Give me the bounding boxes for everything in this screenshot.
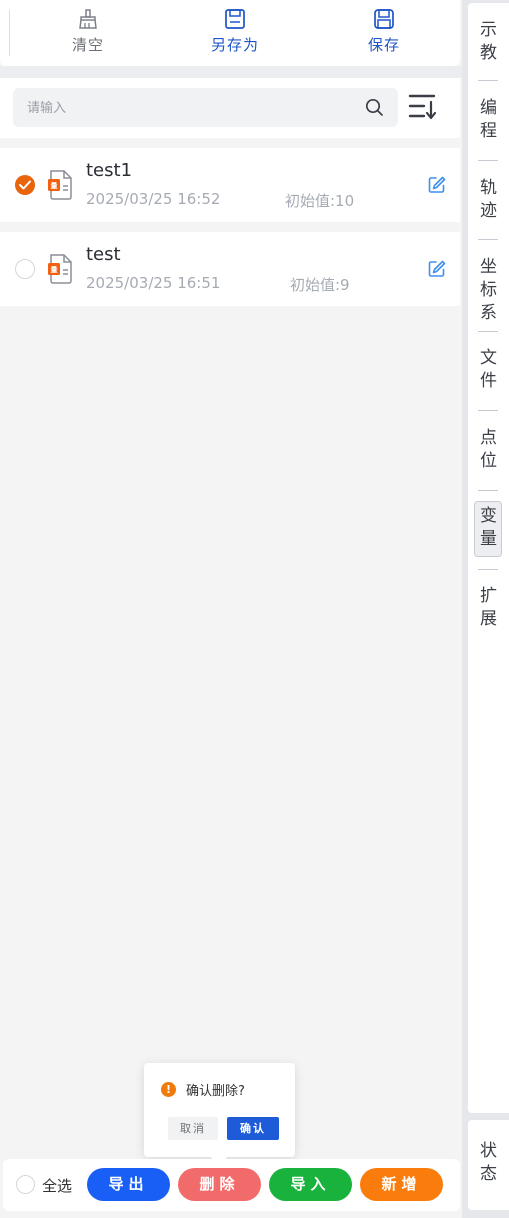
sidebar-divider <box>478 160 498 161</box>
toolbar: 清空 另存为 保存 <box>0 0 460 66</box>
sort-icon[interactable] <box>408 93 438 121</box>
sidebar-item-label: 变 <box>480 506 497 526</box>
variable-panel: 清空 另存为 保存 请输入 量 test1 2025/03/25 16:52 初… <box>0 0 462 1218</box>
sidebar-item-label: 教 <box>480 43 497 63</box>
add-button[interactable]: 新增 <box>360 1168 443 1201</box>
checkmark-icon <box>19 180 31 190</box>
sidebar-item-label: 文 <box>480 348 497 368</box>
item-initial-value: 初始值:9 <box>290 276 350 294</box>
cancel-button[interactable]: 取消 <box>168 1117 218 1140</box>
sidebar-item-trajectory[interactable]: 轨 迹 <box>468 177 509 223</box>
save-as-label: 另存为 <box>210 36 259 54</box>
sidebar-item-point[interactable]: 点 位 <box>468 427 509 473</box>
floppy-disk-icon <box>225 9 245 29</box>
warning-icon: ! <box>161 1082 176 1097</box>
confirm-button[interactable]: 确认 <box>227 1117 279 1140</box>
sidebar-item-label: 系 <box>480 303 497 323</box>
search-box <box>13 88 398 129</box>
sidebar-item-label: 件 <box>480 371 497 391</box>
delete-button[interactable]: 删除 <box>178 1168 261 1201</box>
save-label: 保存 <box>367 36 400 54</box>
sidebar-divider <box>478 80 498 81</box>
item-name: test <box>86 244 121 265</box>
sidebar-item-label: 点 <box>480 428 497 448</box>
sidebar-item-label: 程 <box>480 121 497 141</box>
sidebar-item-label: 迹 <box>480 201 497 221</box>
sidebar-item-label: 编 <box>480 98 497 118</box>
broom-icon <box>79 9 97 29</box>
svg-text:量: 量 <box>51 265 58 274</box>
sidebar-item-label: 扩 <box>480 586 497 606</box>
delete-confirm-popover: ! 确认删除? 取消 确认 <box>144 1063 295 1166</box>
select-all-label[interactable]: 全选 <box>42 1175 72 1196</box>
edit-icon[interactable] <box>427 175 447 195</box>
export-button[interactable]: 导出 <box>87 1168 170 1201</box>
sidebar-item-label: 标 <box>480 280 497 300</box>
sidebar-item-program[interactable]: 编 程 <box>468 97 509 143</box>
save-as-button[interactable]: 另存为 <box>190 8 280 60</box>
bottom-action-bar: 全选 导出 删除 导入 新增 <box>3 1159 460 1211</box>
sidebar-item-label: 量 <box>480 529 497 549</box>
item-checkbox-checked[interactable] <box>15 175 35 195</box>
sidebar-item-variable[interactable]: 变 量 <box>468 500 509 560</box>
import-button[interactable]: 导入 <box>269 1168 352 1201</box>
clear-label: 清空 <box>71 36 104 54</box>
sidebar-item-teach[interactable]: 示 教 <box>468 19 509 65</box>
sidebar-divider <box>478 331 498 332</box>
sidebar-item-file[interactable]: 文 件 <box>468 347 509 393</box>
search-area <box>0 78 460 138</box>
variable-file-icon: 量 <box>48 254 72 284</box>
variable-file-icon: 量 <box>48 170 72 200</box>
status-panel[interactable]: 状 态 <box>468 1120 509 1210</box>
sidebar-item-label: 坐 <box>480 257 497 277</box>
sidebar-divider <box>478 569 498 570</box>
sidebar-item-label: 展 <box>480 609 497 629</box>
item-initial-value: 初始值:10 <box>285 192 355 210</box>
search-input[interactable] <box>25 88 359 129</box>
sidebar-divider <box>478 239 498 240</box>
sidebar-divider <box>478 490 498 491</box>
list-item[interactable]: 量 test 2025/03/25 16:51 初始值:9 <box>0 232 460 306</box>
sidebar-divider <box>478 410 498 411</box>
status-label: 态 <box>480 1164 497 1184</box>
toolbar-divider <box>9 10 10 56</box>
item-date: 2025/03/25 16:52 <box>86 190 221 208</box>
search-icon[interactable] <box>365 98 384 117</box>
item-name: test1 <box>86 160 133 181</box>
separator <box>0 66 462 78</box>
svg-text:量: 量 <box>51 181 58 190</box>
sidebar-item-label: 示 <box>480 20 497 40</box>
list-item[interactable]: 量 test1 2025/03/25 16:52 初始值:10 <box>0 148 460 222</box>
status-label: 状 <box>480 1141 497 1161</box>
right-sidebar: 示 教 编 程 轨 迹 坐 标 系 文 件 点 位 变 量 扩 展 <box>468 3 509 1113</box>
select-all-checkbox[interactable] <box>16 1175 35 1194</box>
save-disk-icon <box>374 9 394 29</box>
sidebar-item-label: 位 <box>480 451 497 471</box>
item-checkbox[interactable] <box>15 259 35 279</box>
confirm-message: 确认删除? <box>186 1084 245 1099</box>
clear-button[interactable]: 清空 <box>43 8 133 60</box>
edit-icon[interactable] <box>427 259 447 279</box>
sidebar-item-extension[interactable]: 扩 展 <box>468 585 509 631</box>
sidebar-item-coordinate-system[interactable]: 坐 标 系 <box>468 256 509 325</box>
save-button[interactable]: 保存 <box>339 8 429 60</box>
item-date: 2025/03/25 16:51 <box>86 274 221 292</box>
sidebar-item-label: 轨 <box>480 178 497 198</box>
